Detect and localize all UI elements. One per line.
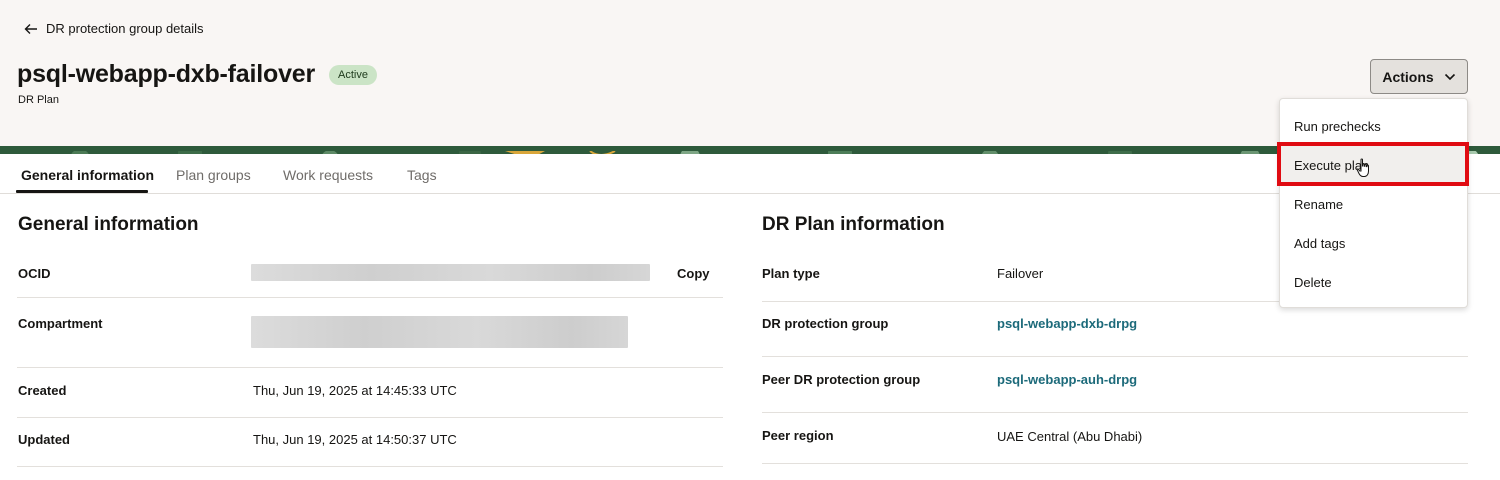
tab-general-information[interactable]: General information [21,167,154,183]
actions-menu: Run prechecks Execute plan Rename Add ta… [1279,98,1468,308]
row-divider [762,463,1468,464]
protection-group-link[interactable]: psql-webapp-dxb-drpg [997,316,1137,331]
page-subtitle: DR Plan [18,94,59,106]
protection-group-label: DR protection group [762,316,889,331]
tab-bar: General information Plan groups Work req… [0,154,1500,194]
tab-work-requests[interactable]: Work requests [283,167,373,183]
created-label: Created [18,383,67,398]
updated-value: Thu, Jun 19, 2025 at 14:50:37 UTC [253,432,457,447]
active-tab-indicator [16,190,148,193]
compartment-label: Compartment [18,316,103,331]
actions-button-label: Actions [1382,68,1434,85]
plan-type-value: Failover [997,266,1044,281]
row-divider [762,356,1468,357]
menu-item-add-tags[interactable]: Add tags [1280,224,1467,262]
page-header: DR protection group details psql-webapp-… [0,0,1500,146]
decorative-banner [0,146,1500,154]
actions-button[interactable]: Actions [1370,59,1468,94]
updated-label: Updated [18,432,70,447]
menu-item-delete[interactable]: Delete [1280,263,1467,301]
back-link[interactable]: DR protection group details [24,21,204,36]
row-divider [17,417,723,418]
page-title: psql-webapp-dxb-failover [17,60,316,88]
back-link-label: DR protection group details [46,21,204,36]
plan-info-title: DR Plan information [762,214,945,235]
chevron-down-icon [1444,73,1455,80]
copy-ocid-link[interactable]: Copy [677,266,710,281]
menu-item-run-prechecks[interactable]: Run prechecks [1280,107,1467,145]
row-divider [17,466,723,467]
compartment-value-redacted [251,316,628,348]
title-row: psql-webapp-dxb-failover Active [17,60,377,89]
peer-region-label: Peer region [762,428,834,443]
peer-group-link[interactable]: psql-webapp-auh-drpg [997,372,1137,387]
highlight-annotation [1277,142,1469,186]
general-info-title: General information [18,214,199,235]
ocid-value-redacted [251,264,650,281]
row-divider [17,297,723,298]
plan-type-label: Plan type [762,266,820,281]
created-value: Thu, Jun 19, 2025 at 14:45:33 UTC [253,383,457,398]
hand-pointer-icon [1356,158,1369,177]
peer-region-value: UAE Central (Abu Dhabi) [997,429,1143,444]
menu-item-rename[interactable]: Rename [1280,185,1467,223]
arrow-left-icon [24,23,37,34]
row-divider [17,367,723,368]
tab-tags[interactable]: Tags [407,167,437,183]
status-badge: Active [329,64,377,85]
peer-group-label: Peer DR protection group [762,372,921,387]
tab-plan-groups[interactable]: Plan groups [176,167,251,183]
row-divider [762,412,1468,413]
ocid-label: OCID [18,266,51,281]
